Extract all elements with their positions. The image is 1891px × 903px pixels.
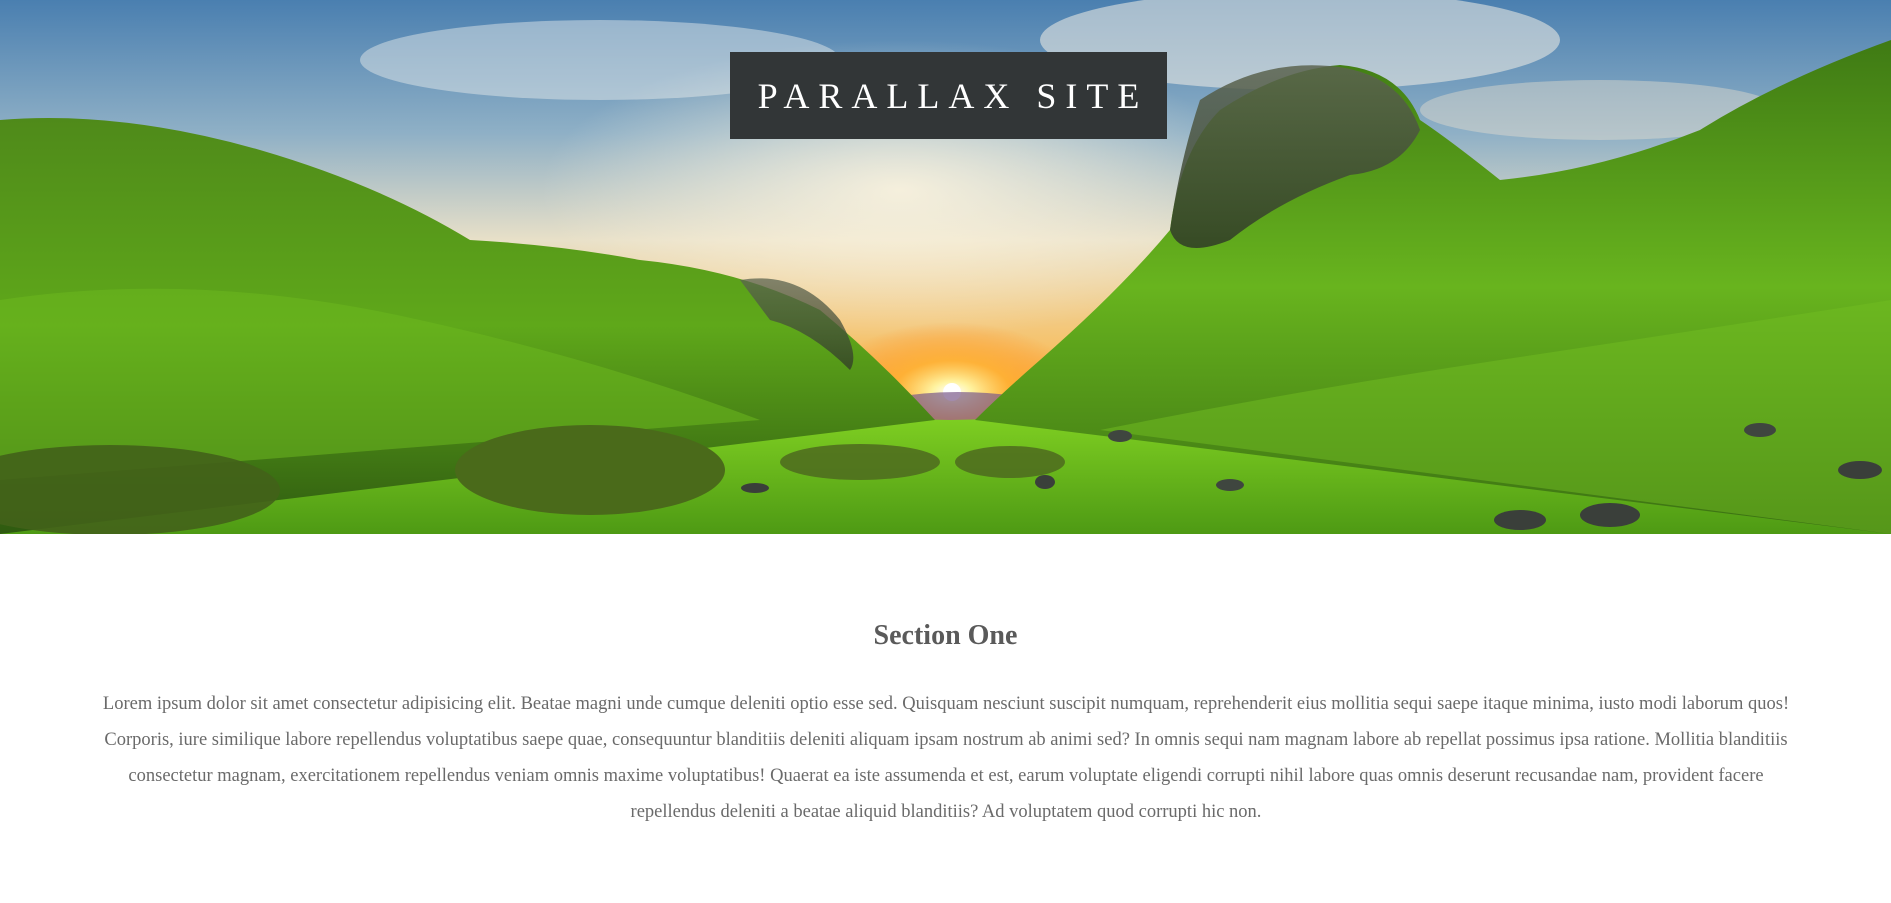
section-one: Section One Lorem ipsum dolor sit amet c… (0, 534, 1891, 903)
hero-banner: PARALLAX SITE (0, 0, 1891, 534)
section-title: Section One (873, 620, 1018, 651)
site-title: PARALLAX SITE (757, 75, 1149, 116)
section-body-text: Lorem ipsum dolor sit amet consectetur a… (102, 694, 1790, 822)
site-title-box: PARALLAX SITE (730, 52, 1167, 139)
